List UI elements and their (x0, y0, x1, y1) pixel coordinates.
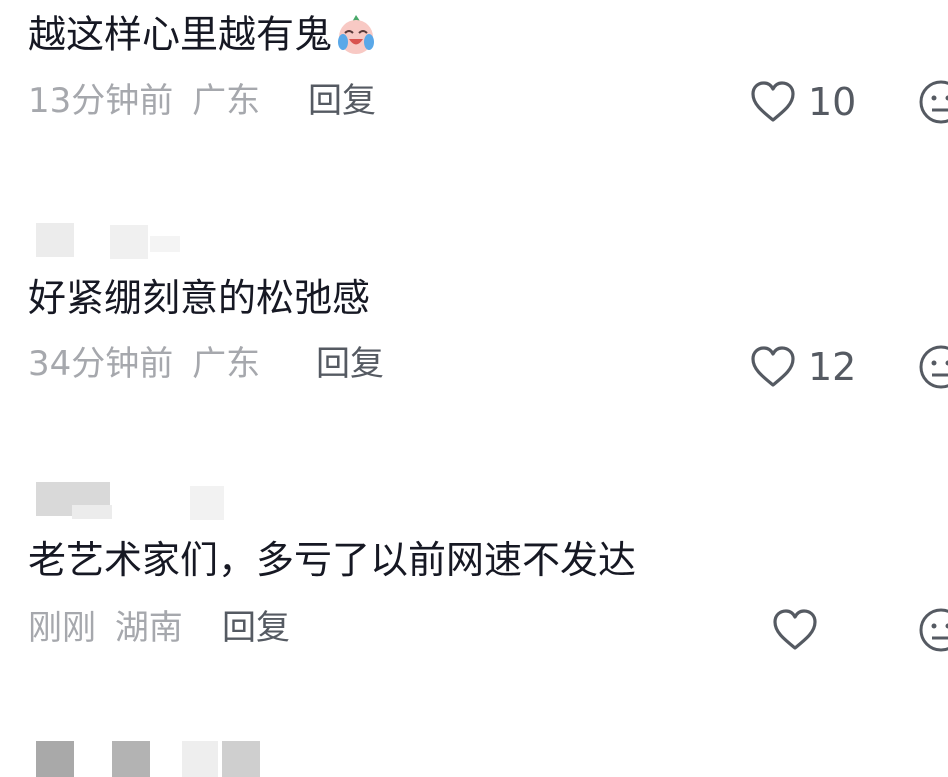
reply-button[interactable]: 回复 (222, 611, 290, 645)
reply-button[interactable]: 回复 (308, 84, 376, 118)
like-button[interactable]: 12 (750, 345, 856, 389)
like-count: 12 (808, 345, 857, 389)
dislike-button[interactable] (918, 607, 948, 653)
like-count: 10 (808, 80, 857, 124)
comment-time: 13分钟前 (28, 81, 174, 121)
comment-text: 老艺术家们，多亏了以前网速不发达 (28, 538, 637, 582)
comment-text: 越这样心里越有鬼 (28, 12, 333, 57)
heart-outline-icon (750, 345, 796, 389)
dislike-button[interactable] (918, 344, 948, 390)
dislike-button[interactable] (918, 79, 948, 125)
comment-meta: 13分钟前 广东 (28, 84, 260, 118)
comment-body: 越这样心里越有鬼 (28, 12, 378, 62)
like-button[interactable]: 10 (750, 80, 856, 124)
comment-location: 湖南 (114, 608, 183, 648)
comment-meta: 刚刚 湖南 (28, 611, 183, 645)
like-button[interactable] (772, 608, 830, 652)
dislike-face-icon (919, 608, 948, 652)
comment-time: 34分钟前 (28, 344, 174, 384)
dislike-face-icon (919, 345, 948, 389)
heart-outline-icon (772, 608, 818, 652)
comment-location: 广东 (192, 344, 261, 384)
heart-outline-icon (750, 80, 796, 124)
comment-time: 刚刚 (28, 608, 96, 648)
dislike-face-icon (919, 80, 948, 124)
crying-laughing-face-emoji (334, 12, 378, 62)
comment-text: 好紧绷刻意的松弛感 (28, 276, 371, 320)
reply-button[interactable]: 回复 (316, 347, 384, 381)
comment-meta: 34分钟前 广东 (28, 347, 260, 381)
comment-location: 广东 (192, 81, 261, 121)
